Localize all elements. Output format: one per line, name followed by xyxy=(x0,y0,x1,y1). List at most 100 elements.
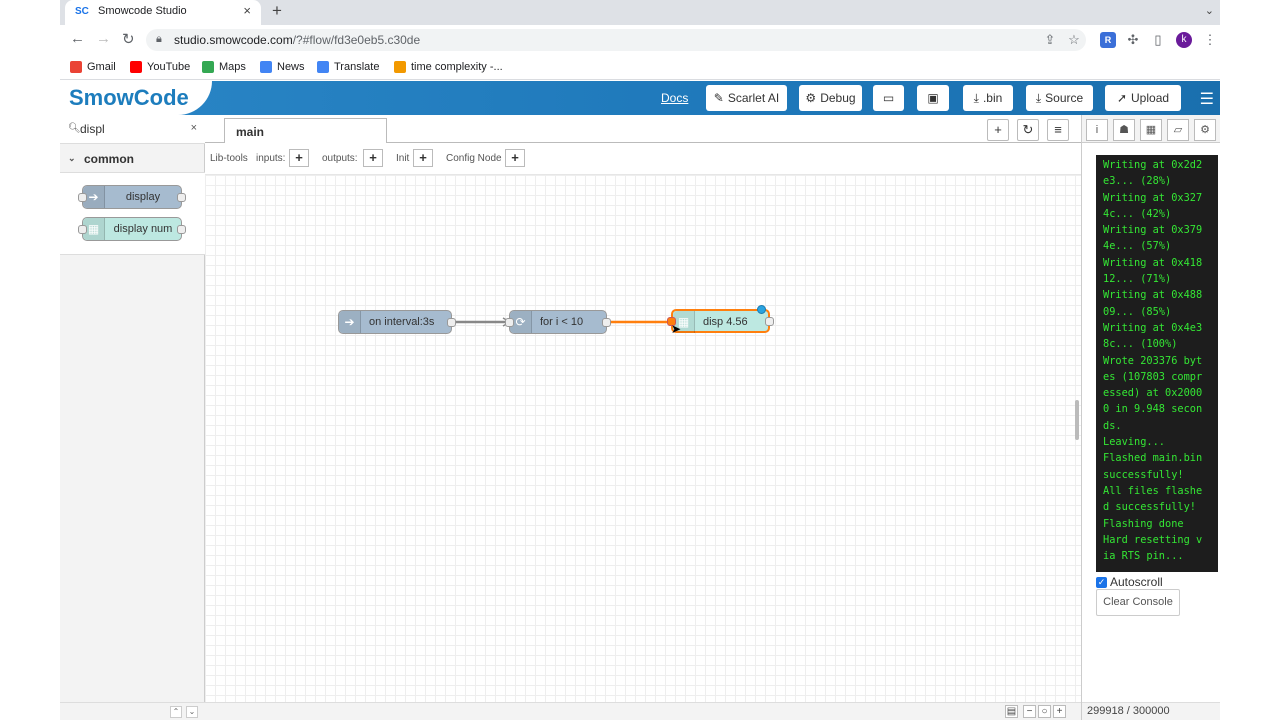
palette-node-display-num[interactable]: ▦ display num xyxy=(78,217,186,241)
browser-window: SC Smowcode Studio × + ⌄ ← → ↻ 🔒︎ studio… xyxy=(60,0,1220,720)
output-port[interactable] xyxy=(602,318,611,327)
profile-avatar[interactable]: k xyxy=(1176,32,1192,48)
forward-icon[interactable]: → xyxy=(96,30,111,47)
sidebar-tabs: i ☗ ▦ ▱ ⚙ xyxy=(1082,115,1220,143)
tab-search-icon[interactable]: ⌄ xyxy=(1205,4,1214,17)
console-line: es (107803 compr xyxy=(1103,370,1203,383)
console-line: e3... (28%) xyxy=(1103,175,1172,188)
source-button[interactable]: ⤓ Source xyxy=(1026,85,1093,111)
refresh-add-icon[interactable]: ↻ xyxy=(1017,119,1039,141)
right-sidebar: i ☗ ▦ ▱ ⚙ Writing at 0x2d2 e3... (28%) Wri… xyxy=(1081,115,1220,720)
bookmark-page-icon xyxy=(394,61,406,73)
settings-icon[interactable]: ⚙ xyxy=(1194,119,1216,141)
input-port xyxy=(78,193,87,202)
browser-menu-icon[interactable]: ⋮ xyxy=(1202,32,1218,48)
tab-main[interactable]: main xyxy=(224,118,387,144)
clear-search-icon[interactable]: × xyxy=(191,122,197,134)
zoom-reset-icon[interactable]: ○ xyxy=(1038,705,1051,718)
console-line: Writing at 0x327 xyxy=(1103,191,1203,204)
console-line: Flashed main.bin xyxy=(1103,452,1203,465)
console-line: d successfully! xyxy=(1103,501,1196,514)
table-icon[interactable]: ▦ xyxy=(1140,119,1162,141)
output-port xyxy=(177,193,186,202)
favicon-icon: SC xyxy=(75,6,89,17)
upload-button[interactable]: ➚ Upload xyxy=(1105,85,1181,111)
browser-tab[interactable]: SC Smowcode Studio × xyxy=(65,0,261,25)
flow-canvas[interactable]: ➔ on interval:3s ⟳ for i < 10 ▦ disp 4.5… xyxy=(205,175,1081,702)
palette-category-common[interactable]: ⌄ common xyxy=(60,144,205,173)
palette-search-input[interactable]: displ xyxy=(80,122,105,136)
bookmark-star-icon[interactable]: ☆ xyxy=(1066,32,1082,48)
right-margin xyxy=(1220,0,1280,720)
console-line: Writing at 0x379 xyxy=(1103,224,1203,237)
console-line: 8c... (100%) xyxy=(1103,338,1178,351)
workspace: main ≡ ↻ + Lib-tools inputs: + outputs: … xyxy=(205,115,1081,720)
new-tab-button[interactable]: + xyxy=(272,1,282,21)
add-init-button[interactable]: + xyxy=(413,149,433,167)
console-output: Writing at 0x2d2 e3... (28%) Writing at 0x… xyxy=(1096,155,1218,572)
flow-node-on-interval[interactable]: ➔ on interval:3s xyxy=(338,310,456,334)
lib-tools-label: Lib-tools xyxy=(210,153,248,164)
inputs-label: inputs: xyxy=(256,153,286,164)
autoscroll-checkbox[interactable]: ✓ Autoscroll xyxy=(1096,575,1163,589)
url-input[interactable]: 🔒︎ studio.smowcode.com/?#flow/fd3e0eb5.c… xyxy=(146,29,1086,51)
checkbox-checked-icon[interactable]: ✓ xyxy=(1096,576,1107,588)
back-icon[interactable]: ← xyxy=(70,30,85,47)
bug-icon[interactable]: ☗ xyxy=(1113,119,1135,141)
folder-icon[interactable]: ▱ xyxy=(1167,119,1189,141)
download-bin-button[interactable]: ⤓ .bin xyxy=(963,85,1013,111)
save-button[interactable]: ▣ xyxy=(917,85,949,111)
collapse-up-icon[interactable]: ⌃ xyxy=(170,706,182,718)
add-input-button[interactable]: + xyxy=(289,149,309,167)
console-line: 4c... (42%) xyxy=(1103,207,1172,220)
palette-search[interactable]: 🔍︎ displ × xyxy=(60,115,205,144)
output-port[interactable] xyxy=(447,318,456,327)
info-icon[interactable]: i xyxy=(1086,119,1108,141)
collapse-down-icon[interactable]: ⌄ xyxy=(186,706,198,718)
bookmark-gmail[interactable]: Gmail xyxy=(70,61,116,73)
address-bar-row: ← → ↻ 🔒︎ studio.smowcode.com/?#flow/fd3e… xyxy=(60,25,1220,55)
tab-title: Smowcode Studio xyxy=(98,5,187,17)
tab-close-icon[interactable]: × xyxy=(243,3,251,18)
map-icon[interactable]: ▤ xyxy=(1005,705,1018,718)
lock-icon: 🔒︎ xyxy=(156,33,162,45)
share-icon[interactable]: ⇪ xyxy=(1042,32,1058,48)
console-line: ds. xyxy=(1103,419,1122,432)
bookmark-youtube[interactable]: YouTube xyxy=(130,61,190,73)
palette-node-display[interactable]: ➔ display xyxy=(78,185,186,209)
flow-node-for-loop[interactable]: ⟳ for i < 10 xyxy=(505,310,611,334)
console-line: All files flashe xyxy=(1103,484,1203,497)
add-flow-icon[interactable]: + xyxy=(987,119,1009,141)
zoom-in-icon[interactable]: + xyxy=(1053,705,1066,718)
flows-list-icon[interactable]: ≡ xyxy=(1047,119,1069,141)
bookmark-translate[interactable]: Translate xyxy=(317,61,379,73)
clear-console-button[interactable]: Clear Console xyxy=(1096,589,1180,616)
add-config-node-button[interactable]: + xyxy=(505,149,525,167)
bookmark-news[interactable]: News xyxy=(260,61,305,73)
gears-icon: ⚙ xyxy=(805,91,817,105)
download-icon: ⤓ xyxy=(973,90,979,105)
add-output-button[interactable]: + xyxy=(363,149,383,167)
extensions-puzzle-icon[interactable]: ✣ xyxy=(1125,32,1141,48)
console-line: successfully! xyxy=(1103,468,1184,481)
app-menu-icon[interactable]: ☰ xyxy=(1200,89,1214,109)
bookmark-maps[interactable]: Maps xyxy=(202,61,246,73)
monitor-button[interactable]: ▭ xyxy=(873,85,904,111)
console-line: ia RTS pin... xyxy=(1103,550,1184,563)
output-port[interactable] xyxy=(765,317,774,326)
docs-link[interactable]: Docs xyxy=(661,91,688,105)
scarlet-ai-button[interactable]: ✎ Scarlet AI xyxy=(706,85,787,111)
bookmark-time-complexity[interactable]: time complexity -... xyxy=(394,61,503,73)
youtube-icon xyxy=(130,61,142,73)
flow-node-disp[interactable]: ▦ disp 4.56 xyxy=(667,305,774,333)
side-panel-icon[interactable]: ▯ xyxy=(1150,32,1166,48)
input-port[interactable] xyxy=(505,318,514,327)
reload-icon[interactable]: ↻ xyxy=(122,30,135,48)
rocket-icon: ➚ xyxy=(1116,91,1128,105)
zoom-out-icon[interactable]: − xyxy=(1023,705,1036,718)
console-line: Writing at 0x488 xyxy=(1103,289,1203,302)
canvas-scrollbar[interactable] xyxy=(1075,400,1079,440)
floppy-disk-icon: ▣ xyxy=(927,91,939,105)
debug-button[interactable]: ⚙ Debug xyxy=(799,85,862,111)
extension-r-icon[interactable]: R xyxy=(1100,32,1116,48)
